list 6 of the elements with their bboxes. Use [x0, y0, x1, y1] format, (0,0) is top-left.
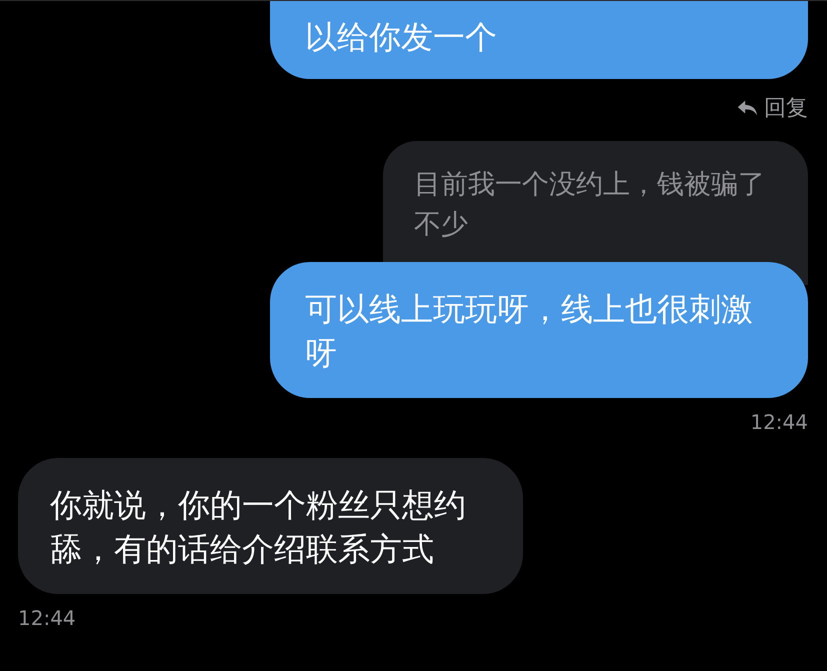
message-time: 12:44 — [18, 606, 76, 630]
message-bubble: 可以线上玩玩呀，线上也很刺激呀 — [270, 262, 808, 398]
reply-button[interactable]: 回复 — [734, 93, 808, 123]
message-bubble: 以给你发一个 — [270, 1, 808, 79]
message-bubble: 你就说，你的一个粉丝只想约舔，有的话给介绍联系方式 — [18, 458, 523, 594]
message-time: 12:44 — [750, 410, 808, 434]
